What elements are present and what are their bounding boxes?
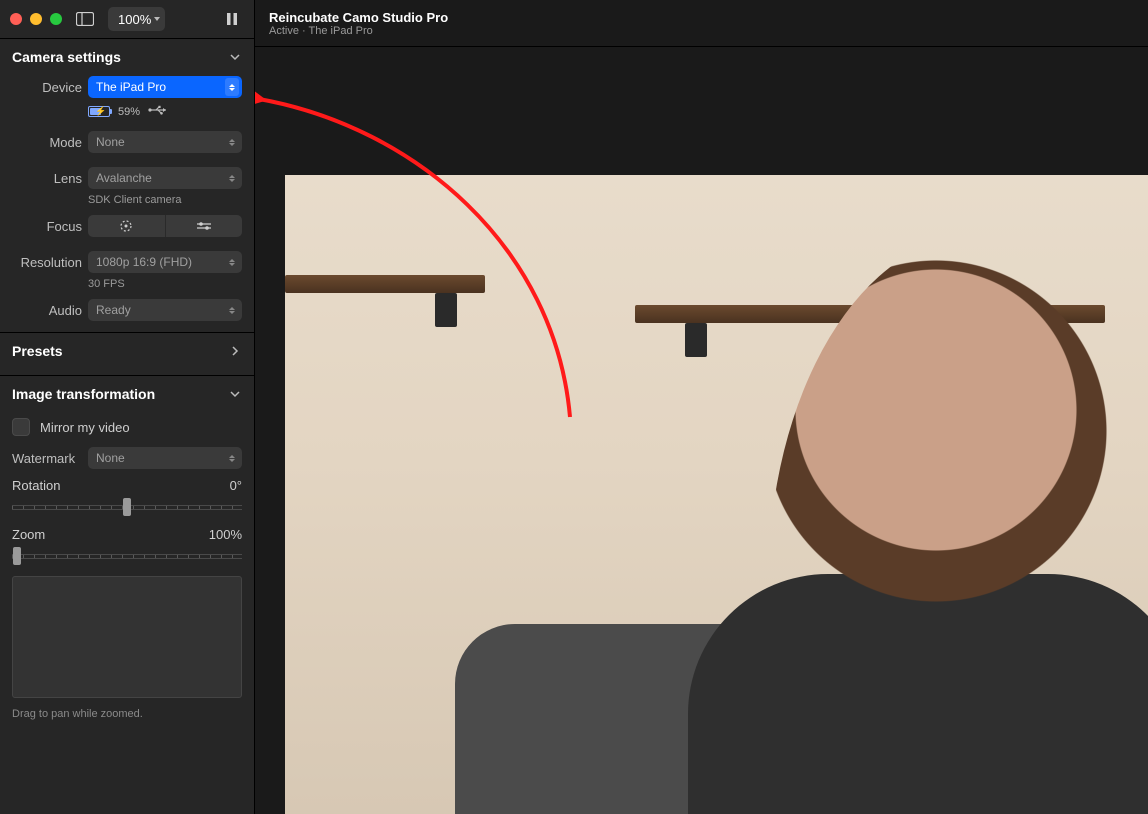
section-title: Image transformation (12, 386, 155, 402)
zoom-value-text: 100% (209, 527, 242, 542)
updown-icon (225, 133, 239, 151)
lens-label: Lens (12, 171, 82, 186)
row-resolution: Resolution 1080p 16:9 (FHD) (0, 248, 254, 276)
main-area: Reincubate Camo Studio Pro Active · The … (255, 0, 1148, 814)
scene-bracket (435, 293, 457, 327)
chevron-down-icon (228, 387, 242, 401)
scene-bracket (685, 323, 707, 357)
video-preview (285, 175, 1148, 814)
device-label: Device (12, 80, 82, 95)
device-dropdown[interactable]: The iPad Pro (88, 76, 242, 98)
section-image-transformation-header[interactable]: Image transformation (0, 376, 254, 410)
chevron-down-icon (228, 50, 242, 64)
zoom-select[interactable]: 100% (108, 7, 165, 31)
app-window: 100% Camera settings Device The iPad Pro (0, 0, 1148, 814)
scene-shelf (285, 275, 485, 293)
slider-thumb[interactable] (13, 547, 21, 565)
watermark-dropdown[interactable]: None (88, 447, 242, 469)
lens-value: Avalanche (96, 171, 152, 185)
toggle-sidebar-button[interactable] (70, 7, 100, 31)
updown-icon (225, 449, 239, 467)
zoom-label: Zoom (12, 527, 45, 542)
section-title: Camera settings (12, 49, 121, 65)
titlebar-left: 100% (0, 0, 254, 39)
section-camera-settings-header[interactable]: Camera settings (0, 39, 254, 73)
resolution-dropdown[interactable]: 1080p 16:9 (FHD) (88, 251, 242, 273)
mirror-checkbox[interactable] (12, 418, 30, 436)
mirror-label: Mirror my video (40, 420, 130, 435)
zoom-value: 100% (118, 12, 151, 27)
battery-icon: ⚡ (88, 106, 110, 117)
rotation-value: 0° (230, 478, 242, 493)
updown-icon (225, 169, 239, 187)
row-mode: Mode None (0, 128, 254, 156)
row-focus: Focus (0, 212, 254, 240)
pause-button[interactable] (220, 7, 244, 31)
sidebar: 100% Camera settings Device The iPad Pro (0, 0, 255, 814)
resolution-label: Resolution (12, 255, 82, 270)
app-title: Reincubate Camo Studio Pro (269, 10, 1134, 25)
mode-label: Mode (12, 135, 82, 150)
section-title: Presets (12, 343, 63, 359)
resolution-value: 1080p 16:9 (FHD) (96, 255, 192, 269)
watermark-label: Watermark (12, 451, 82, 466)
section-presets-header[interactable]: Presets (0, 333, 254, 367)
audio-label: Audio (12, 303, 82, 318)
device-value: The iPad Pro (96, 80, 166, 94)
chevron-right-icon (228, 344, 242, 358)
watermark-value: None (96, 451, 125, 465)
audio-value: Ready (96, 303, 131, 317)
focus-manual-button[interactable] (165, 215, 243, 237)
focus-label: Focus (12, 219, 82, 234)
row-mirror: Mirror my video (0, 410, 254, 444)
usb-icon (148, 105, 168, 118)
updown-icon (225, 78, 239, 96)
pause-icon (226, 12, 238, 26)
sidebar-icon (76, 12, 94, 26)
sliders-icon (196, 221, 212, 231)
updown-icon (225, 253, 239, 271)
mode-value: None (96, 135, 125, 149)
app-subtitle: Active · The iPad Pro (269, 25, 1134, 37)
maximize-button[interactable] (50, 13, 62, 25)
audio-dropdown[interactable]: Ready (88, 299, 242, 321)
minimize-button[interactable] (30, 13, 42, 25)
mode-dropdown[interactable]: None (88, 131, 242, 153)
slider-thumb[interactable] (123, 498, 131, 516)
lens-subtext: SDK Client camera (88, 192, 254, 212)
battery-percent: 59% (118, 106, 140, 118)
row-rotation: Rotation 0° (0, 472, 254, 521)
close-button[interactable] (10, 13, 22, 25)
updown-icon (225, 301, 239, 319)
pan-hint: Drag to pan while zoomed. (0, 704, 254, 724)
autofocus-icon (119, 219, 133, 233)
row-device: Device The iPad Pro (0, 73, 254, 101)
window-controls (10, 13, 62, 25)
row-zoom: Zoom 100% (0, 521, 254, 570)
row-lens: Lens Avalanche (0, 164, 254, 192)
focus-auto-button[interactable] (88, 215, 165, 237)
pan-preview[interactable] (12, 576, 242, 698)
device-status: ⚡ 59% (88, 101, 254, 128)
rotation-label: Rotation (12, 478, 60, 493)
video-area (255, 47, 1148, 814)
row-watermark: Watermark None (0, 444, 254, 472)
focus-segment[interactable] (88, 215, 242, 237)
zoom-slider[interactable] (12, 548, 242, 564)
titlebar-right: Reincubate Camo Studio Pro Active · The … (255, 0, 1148, 47)
resolution-subtext: 30 FPS (88, 276, 254, 296)
rotation-slider[interactable] (12, 499, 242, 515)
row-audio: Audio Ready (0, 296, 254, 324)
lens-dropdown[interactable]: Avalanche (88, 167, 242, 189)
